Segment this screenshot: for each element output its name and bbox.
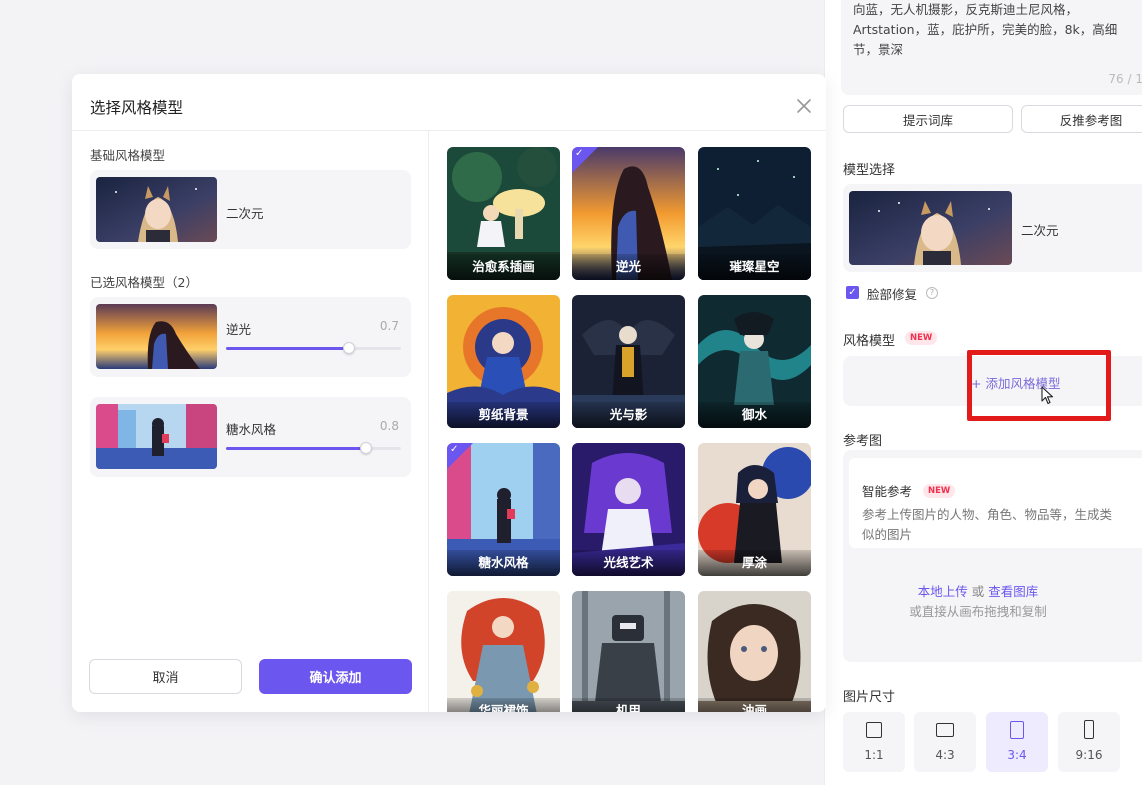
- check-icon: ✓: [450, 444, 459, 455]
- highlight-box: [967, 350, 1111, 421]
- tile-label: 璀璨星空: [698, 254, 811, 280]
- style-model-grid: 治愈系插画 ✓ 逆光 璀璨星空 剪纸背景 光与影 御水 ✓ 糖水风格 光线艺术 …: [446, 147, 816, 712]
- add-style-area[interactable]: + 添加风格模型: [843, 350, 1142, 421]
- weight-slider[interactable]: [226, 442, 401, 454]
- slider-handle[interactable]: [342, 342, 355, 354]
- base-model-card: 二次元: [90, 170, 411, 249]
- tile-label: 厚涂: [698, 550, 811, 576]
- model-section-title: 模型选择: [843, 163, 896, 178]
- model-thumbnail: [96, 404, 217, 469]
- selected-model-weight: 0.7: [379, 319, 399, 333]
- tile-label: 御水: [698, 402, 811, 428]
- mouse-cursor-icon: [1041, 386, 1054, 405]
- selected-model-name: 糖水风格: [226, 422, 277, 437]
- smart-reference-title: 智能参考: [862, 484, 913, 499]
- slider-fill: [226, 347, 349, 350]
- style-tile[interactable]: 厚涂: [698, 443, 811, 576]
- reference-upload-area[interactable]: 智能参考 NEW 参考上传图片的人物、角色、物品等，生成类似的图片 本地上传 或…: [843, 450, 1142, 662]
- style-tile[interactable]: 机甲: [572, 591, 685, 712]
- check-icon: ✓: [575, 148, 584, 159]
- style-tile[interactable]: 剪纸背景: [447, 295, 560, 428]
- prompt-text: 向蓝，无人机摄影，反克斯迪土尼风格，Artstation，蓝，庇护所，完美的脸，…: [853, 2, 1118, 57]
- size-option-3-4[interactable]: 3:4: [986, 712, 1048, 772]
- upload-line: 本地上传 或 查看图库: [843, 581, 1113, 600]
- selected-model-weight: 0.8: [379, 419, 399, 433]
- style-tile[interactable]: 御水: [698, 295, 811, 428]
- prompt-char-count: 76 / 1: [1108, 72, 1142, 86]
- style-tile[interactable]: ✓ 逆光: [572, 147, 685, 280]
- size-label: 1:1: [864, 748, 884, 762]
- size-option-1-1[interactable]: 1:1: [843, 712, 905, 772]
- tile-label: 治愈系插画: [447, 254, 560, 280]
- weight-slider[interactable]: [226, 342, 401, 354]
- size-label: 3:4: [1007, 748, 1027, 762]
- reference-section-title: 参考图: [843, 434, 883, 449]
- model-thumbnail: [849, 191, 1012, 265]
- tile-label: 华丽裙饰: [447, 698, 560, 712]
- landscape-icon: [936, 723, 954, 737]
- prompt-textarea[interactable]: 向蓝，无人机摄影，反克斯迪土尼风格，Artstation，蓝，庇护所，完美的脸，…: [841, 0, 1142, 95]
- slider-handle[interactable]: [360, 442, 372, 454]
- selected-model-card: 糖水风格 0.8: [90, 397, 411, 477]
- base-model-name: 二次元: [226, 206, 264, 221]
- face-fix-checkbox[interactable]: ✓: [846, 286, 859, 299]
- model-select-card[interactable]: 二次元: [843, 184, 1142, 272]
- view-gallery-link[interactable]: 查看图库: [988, 584, 1038, 599]
- tile-label: 剪纸背景: [447, 402, 560, 428]
- confirm-add-button[interactable]: 确认添加: [259, 659, 412, 694]
- close-icon[interactable]: [796, 98, 812, 114]
- base-model-thumbnail: [96, 177, 217, 242]
- smart-reference-card[interactable]: 智能参考 NEW 参考上传图片的人物、角色、物品等，生成类似的图片: [849, 458, 1142, 548]
- selected-model-card: 逆光 0.7: [90, 297, 411, 377]
- style-tile[interactable]: 光线艺术: [572, 443, 685, 576]
- cancel-button[interactable]: 取消: [89, 659, 242, 694]
- size-option-4-3[interactable]: 4:3: [914, 712, 976, 772]
- or-text: 或: [967, 584, 989, 599]
- size-section-title: 图片尺寸: [843, 690, 896, 705]
- base-model-heading: 基础风格模型: [90, 148, 166, 163]
- tile-label: 机甲: [572, 698, 685, 712]
- selected-models-heading: 已选风格模型（2）: [90, 275, 198, 290]
- style-tile[interactable]: 治愈系插画: [447, 147, 560, 280]
- selected-model-name: 逆光: [226, 322, 252, 337]
- style-tile[interactable]: 华丽裙饰: [447, 591, 560, 712]
- square-icon: [866, 722, 882, 738]
- tile-label: 光与影: [572, 402, 685, 428]
- tile-label: 光线艺术: [572, 550, 685, 576]
- style-tile[interactable]: 油画: [698, 591, 811, 712]
- style-tile[interactable]: ✓ 糖水风格: [447, 443, 560, 576]
- drag-hint: 或直接从画布拖拽和复制: [909, 604, 1047, 619]
- local-upload-link[interactable]: 本地上传: [918, 584, 968, 599]
- settings-panel: 向蓝，无人机摄影，反克斯迪土尼风格，Artstation，蓝，庇护所，完美的脸，…: [824, 0, 1142, 785]
- new-badge: NEW: [923, 484, 956, 498]
- selected-models-column: 基础风格模型 二次元 已选风格模型（2） 逆光 0.7 糖水风格 0.8 取消 …: [72, 131, 429, 712]
- portrait-icon: [1010, 721, 1024, 739]
- style-model-dialog: 选择风格模型 基础风格模型 二次元 已选风格模型（2） 逆光 0.7 糖水风格 …: [72, 74, 826, 712]
- tall-portrait-icon: [1084, 720, 1094, 739]
- face-fix-label: 脸部修复: [867, 287, 918, 302]
- style-tile[interactable]: 光与影: [572, 295, 685, 428]
- size-label: 9:16: [1075, 748, 1103, 762]
- dialog-title: 选择风格模型: [90, 99, 184, 117]
- new-badge: NEW: [905, 331, 938, 345]
- model-thumbnail: [96, 304, 217, 369]
- help-icon[interactable]: ?: [926, 287, 938, 299]
- style-tile[interactable]: 璀璨星空: [698, 147, 811, 280]
- reverse-reference-button[interactable]: 反推参考图: [1021, 105, 1142, 133]
- model-name: 二次元: [1021, 223, 1059, 238]
- tile-label: 油画: [698, 698, 811, 712]
- slider-fill: [226, 447, 366, 450]
- style-section-title: 风格模型: [843, 334, 896, 349]
- tile-label: 逆光: [572, 254, 685, 280]
- size-option-9-16[interactable]: 9:16: [1058, 712, 1120, 772]
- prompt-library-button[interactable]: 提示词库: [843, 105, 1013, 133]
- smart-reference-desc: 参考上传图片的人物、角色、物品等，生成类似的图片: [862, 507, 1113, 542]
- tile-label: 糖水风格: [447, 550, 560, 576]
- size-label: 4:3: [935, 748, 955, 762]
